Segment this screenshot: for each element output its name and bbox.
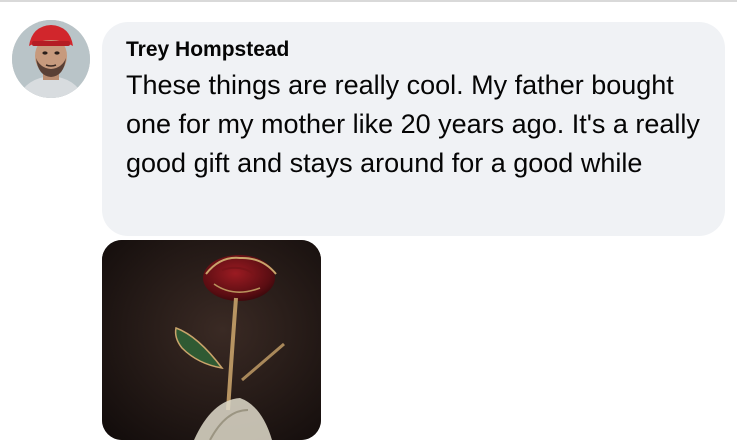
comment-author[interactable]: Trey Hompstead <box>126 36 707 64</box>
comment-text: These things are really cool. My father … <box>126 70 700 178</box>
comment-bubble: Trey Hompstead These things are really c… <box>102 22 725 236</box>
comment-photo-attachment[interactable] <box>102 240 321 440</box>
user-avatar-icon <box>12 20 90 98</box>
metal-rose-photo-icon <box>102 240 321 440</box>
avatar[interactable] <box>12 20 90 98</box>
comment: Trey Hompstead These things are really c… <box>0 0 737 440</box>
